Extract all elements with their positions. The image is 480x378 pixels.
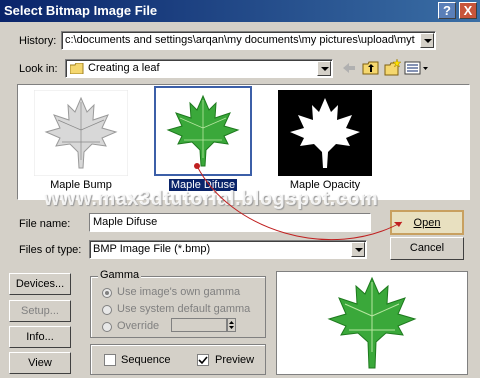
setup-button[interactable]: Setup... [9,300,71,322]
gamma-override-label: Override [117,320,160,332]
spinner-arrows-icon [229,321,234,329]
preview-label: Preview [215,354,255,366]
gamma-spinner[interactable] [227,318,236,332]
gamma-override-input[interactable] [171,318,227,332]
maple-leaf-preview-image [277,272,467,374]
gamma-system-label: Use system default gamma [117,303,251,315]
preview-checkbox[interactable] [197,354,209,366]
sequence-label: Sequence [121,354,171,366]
checkmark-icon [198,356,208,365]
gamma-own-label: Use image's own gamma [117,286,241,298]
view-button[interactable]: View [9,352,71,374]
preview-pane [276,271,468,375]
sequence-checkbox[interactable] [104,354,116,366]
devices-button[interactable]: Devices... [9,273,71,295]
gamma-system-radio[interactable] [102,305,112,315]
info-button[interactable]: Info... [9,326,71,348]
gamma-own-radio[interactable] [102,288,112,298]
gamma-override-radio[interactable] [102,322,112,332]
gamma-title: Gamma [98,269,142,281]
